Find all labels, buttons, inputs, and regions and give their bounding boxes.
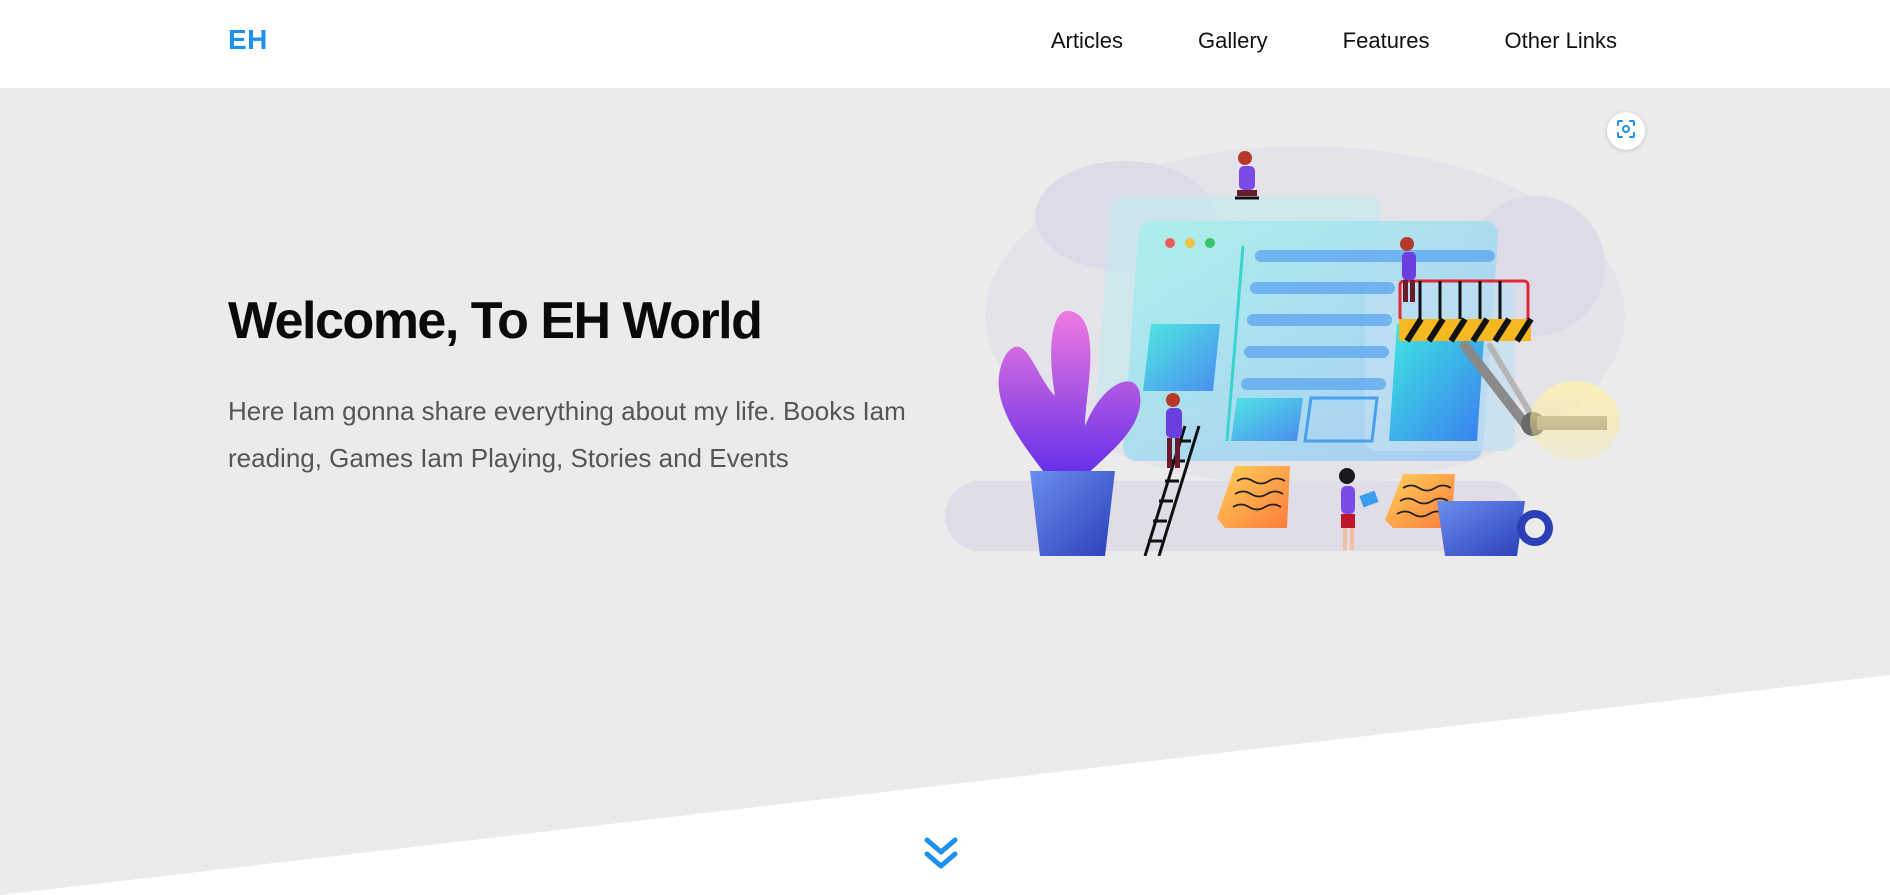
- main-nav: Articles Gallery Features Other Links: [976, 28, 1617, 54]
- scan-button[interactable]: [1607, 112, 1645, 150]
- hero-description: Here Iam gonna share everything about my…: [228, 396, 906, 473]
- scan-icon: [1616, 119, 1636, 144]
- nav-other-links[interactable]: Other Links: [1505, 28, 1618, 54]
- nav-features[interactable]: Features: [1343, 28, 1430, 54]
- nav-gallery[interactable]: Gallery: [1198, 28, 1268, 54]
- hero-illustration: [945, 146, 1625, 556]
- double-chevron-down-icon: [921, 837, 961, 878]
- scroll-down-button[interactable]: [921, 834, 961, 874]
- nav-articles[interactable]: Articles: [1051, 28, 1123, 54]
- hero-section: Welcome, To EH World Here Iam gonna shar…: [0, 88, 1890, 895]
- site-logo[interactable]: EH: [228, 24, 268, 56]
- hero-title: Welcome, To EH World: [228, 292, 763, 350]
- site-header: EH Articles Gallery Features Other Links: [0, 0, 1890, 88]
